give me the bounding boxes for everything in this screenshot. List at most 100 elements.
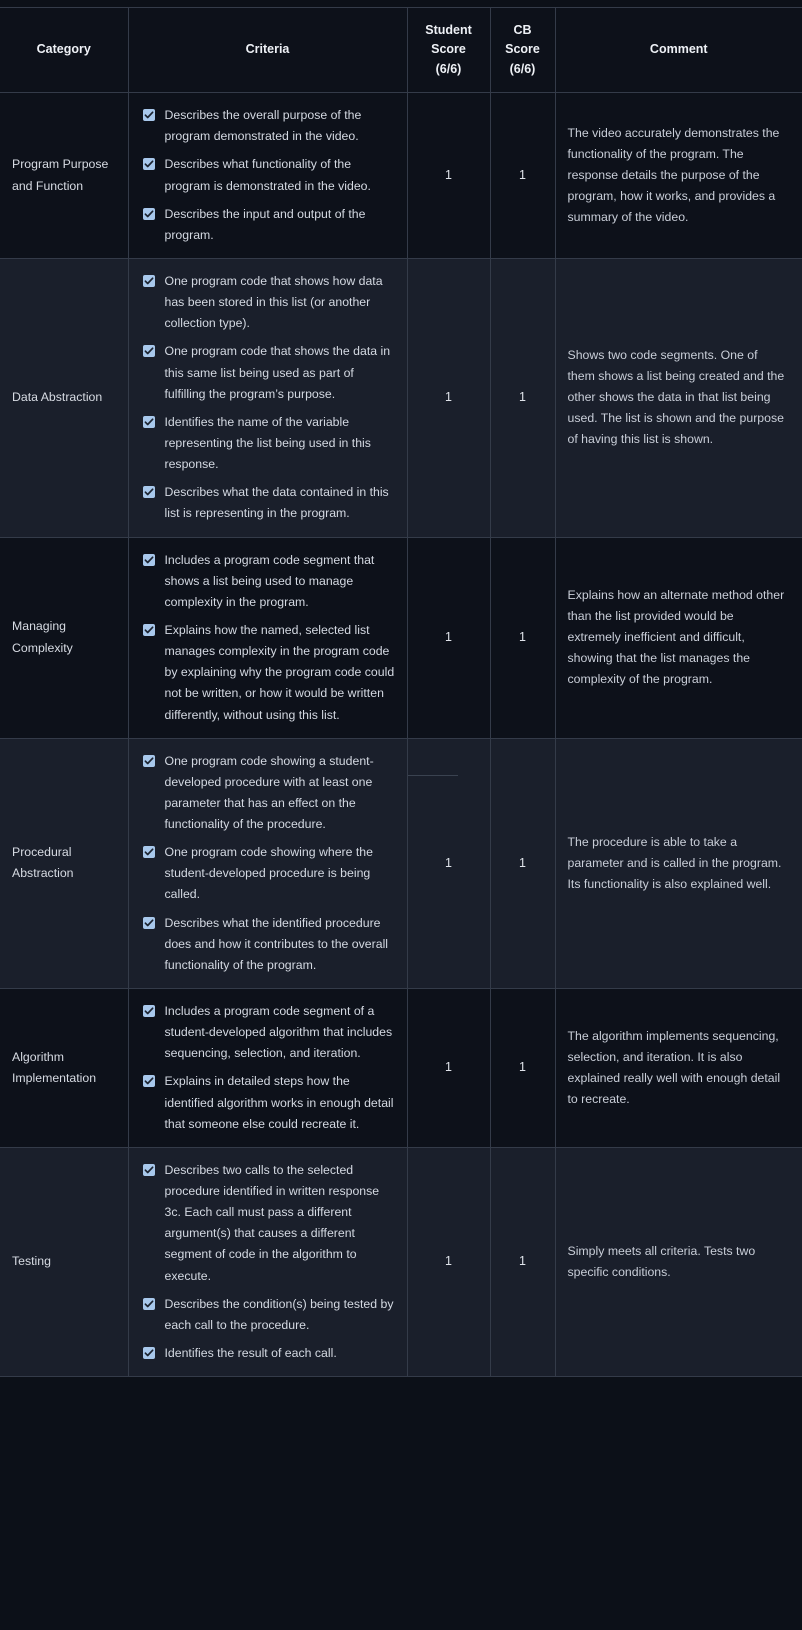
rubric-table-container: Category Criteria Student Score (6/6) CB…: [0, 0, 802, 1378]
criteria-item-label: One program code that shows how data has…: [164, 273, 383, 331]
checkbox-checked-icon[interactable]: [142, 1005, 155, 1018]
criteria-item: Includes a program code segment that sho…: [142, 550, 395, 613]
criteria-item-label: Describes two calls to the selected proc…: [164, 1162, 380, 1283]
table-row: Algorithm Implementation Includes a progr…: [0, 988, 802, 1148]
checkbox-checked-icon[interactable]: [142, 846, 155, 859]
cell-comment[interactable]: Simply meets all criteria. Tests two spe…: [555, 1147, 802, 1377]
criteria-item-label: Describes what the identified procedure …: [164, 915, 389, 972]
column-header-cb-score-line-1: CB: [513, 23, 532, 37]
criteria-item: Describes two calls to the selected proc…: [142, 1160, 395, 1287]
checkbox-checked-icon[interactable]: [142, 754, 155, 767]
cell-comment[interactable]: Shows two code segments. One of them sho…: [555, 258, 802, 538]
cell-cb-score[interactable]: 1: [490, 988, 556, 1148]
criteria-item-label: Explains in detailed steps how the ident…: [164, 1074, 394, 1131]
table-body: Program Purpose and Function Describes th…: [0, 92, 802, 1377]
checkbox-checked-icon[interactable]: [142, 274, 155, 287]
student-score-value: 1: [445, 389, 452, 404]
cell-cb-score[interactable]: 1: [490, 92, 556, 259]
criteria-checklist: Describes two calls to the selected proc…: [142, 1160, 395, 1364]
table-row: Procedural Abstraction One program code s…: [0, 738, 802, 990]
cell-criteria: Includes a program code segment of a stu…: [128, 988, 408, 1148]
criteria-item: Explains how the named, selected list ma…: [142, 620, 395, 726]
column-header-student-score: Student Score (6/6): [407, 7, 491, 94]
criteria-item-label: Identifies the name of the variable repr…: [164, 414, 371, 472]
cell-student-score[interactable]: 1: [407, 988, 491, 1148]
criteria-item: One program code showing a student-devel…: [142, 751, 395, 836]
criteria-item: Includes a program code segment of a stu…: [142, 1001, 395, 1064]
criteria-item: Identifies the result of each call.: [142, 1343, 395, 1364]
column-header-cb-score: CB Score (6/6): [490, 7, 556, 94]
criteria-item: Describes what the data contained in thi…: [142, 482, 395, 524]
cell-category: Program Purpose and Function: [0, 92, 129, 259]
student-score-value: 1: [445, 629, 452, 644]
cell-comment[interactable]: Explains how an alternate method other t…: [555, 537, 802, 739]
cell-cb-score[interactable]: 1: [490, 537, 556, 739]
criteria-checklist: Describes the overall purpose of the pro…: [142, 105, 395, 246]
checkbox-checked-icon[interactable]: [142, 486, 155, 499]
table-header-row: Category Criteria Student Score (6/6) CB…: [0, 7, 802, 94]
criteria-item: Describes what functionality of the prog…: [142, 154, 395, 196]
checkbox-checked-icon[interactable]: [142, 623, 155, 636]
cell-category: Managing Complexity: [0, 537, 129, 739]
scoring-rubric-table: Category Criteria Student Score (6/6) CB…: [0, 7, 802, 1378]
criteria-item: One program code that shows the data in …: [142, 341, 395, 404]
column-header-category-line-1: Category: [36, 42, 91, 57]
table-row: Program Purpose and Function Describes th…: [0, 92, 802, 259]
criteria-item-label: Describes the input and output of the pr…: [164, 206, 366, 242]
cell-category: Data Abstraction: [0, 258, 129, 538]
cell-comment[interactable]: The algorithm implements sequencing, sel…: [555, 988, 802, 1148]
column-header-student-score-line-2: Score: [431, 42, 466, 57]
cell-criteria: One program code that shows how data has…: [128, 258, 408, 538]
column-header-criteria-line-1: Criteria: [245, 42, 290, 57]
criteria-item-label: Describes what the data contained in thi…: [164, 485, 389, 521]
cell-cb-score[interactable]: 1: [490, 1147, 556, 1377]
table-row: Managing Complexity Includes a program co…: [0, 537, 802, 739]
criteria-item: Describes what the identified procedure …: [142, 913, 395, 976]
cell-category: Testing: [0, 1147, 129, 1377]
column-header-student-score-line-1: Student: [425, 23, 472, 37]
cell-cb-score[interactable]: 1: [490, 258, 556, 538]
checkbox-checked-icon[interactable]: [142, 1347, 155, 1360]
cell-comment[interactable]: The video accurately demonstrates the fu…: [555, 92, 802, 259]
column-header-criteria: Criteria: [128, 7, 408, 94]
column-header-cb-score-line-3: (6/6): [509, 61, 536, 76]
checkbox-checked-icon[interactable]: [142, 207, 155, 220]
checkbox-checked-icon[interactable]: [142, 553, 155, 566]
criteria-item-label: One program code showing where the stude…: [164, 845, 373, 902]
checkbox-checked-icon[interactable]: [142, 1297, 155, 1310]
cell-student-score[interactable]: 1: [407, 537, 491, 739]
student-score-value: 1: [445, 855, 452, 870]
checkbox-checked-icon[interactable]: [142, 415, 155, 428]
column-header-cb-score-line-2: Score: [505, 42, 540, 57]
cell-student-score[interactable]: 1: [407, 92, 491, 259]
column-header-category: Category: [0, 7, 129, 94]
cell-comment[interactable]: The procedure is able to take a paramete…: [555, 738, 802, 990]
criteria-item-label: Describes the overall purpose of the pro…: [164, 108, 362, 144]
checkbox-checked-icon[interactable]: [142, 109, 155, 122]
criteria-item: Describes the input and output of the pr…: [142, 204, 395, 246]
checkbox-checked-icon[interactable]: [142, 158, 155, 171]
column-header-student-score-line-3: (6/6): [435, 61, 462, 76]
column-header-comment-line-1: Comment: [649, 42, 708, 57]
cell-student-score[interactable]: 1: [407, 738, 491, 990]
checkbox-checked-icon[interactable]: [142, 916, 155, 929]
checkbox-checked-icon[interactable]: [142, 1075, 155, 1088]
criteria-item: One program code that shows how data has…: [142, 271, 395, 334]
checkbox-checked-icon[interactable]: [142, 345, 155, 358]
criteria-checklist: One program code that shows how data has…: [142, 271, 395, 525]
criteria-item-label: Describes the condition(s) being tested …: [164, 1296, 394, 1332]
criteria-checklist: One program code showing a student-devel…: [142, 751, 395, 976]
table-row: Data Abstraction One program code that sh…: [0, 258, 802, 538]
cell-criteria: One program code showing a student-devel…: [128, 738, 408, 990]
criteria-item-label: Includes a program code segment of a stu…: [164, 1004, 393, 1061]
cell-criteria: Describes two calls to the selected proc…: [128, 1147, 408, 1377]
cell-student-score[interactable]: 1: [407, 1147, 491, 1377]
cell-criteria: Describes the overall purpose of the pro…: [128, 92, 408, 259]
criteria-item-label: Identifies the result of each call.: [164, 1346, 337, 1361]
checkbox-checked-icon[interactable]: [142, 1163, 155, 1176]
cell-category: Procedural Abstraction: [0, 738, 129, 990]
cell-student-score[interactable]: 1: [407, 258, 491, 538]
cell-criteria: Includes a program code segment that sho…: [128, 537, 408, 739]
criteria-item: Describes the overall purpose of the pro…: [142, 105, 395, 147]
cell-cb-score[interactable]: 1: [490, 738, 556, 990]
